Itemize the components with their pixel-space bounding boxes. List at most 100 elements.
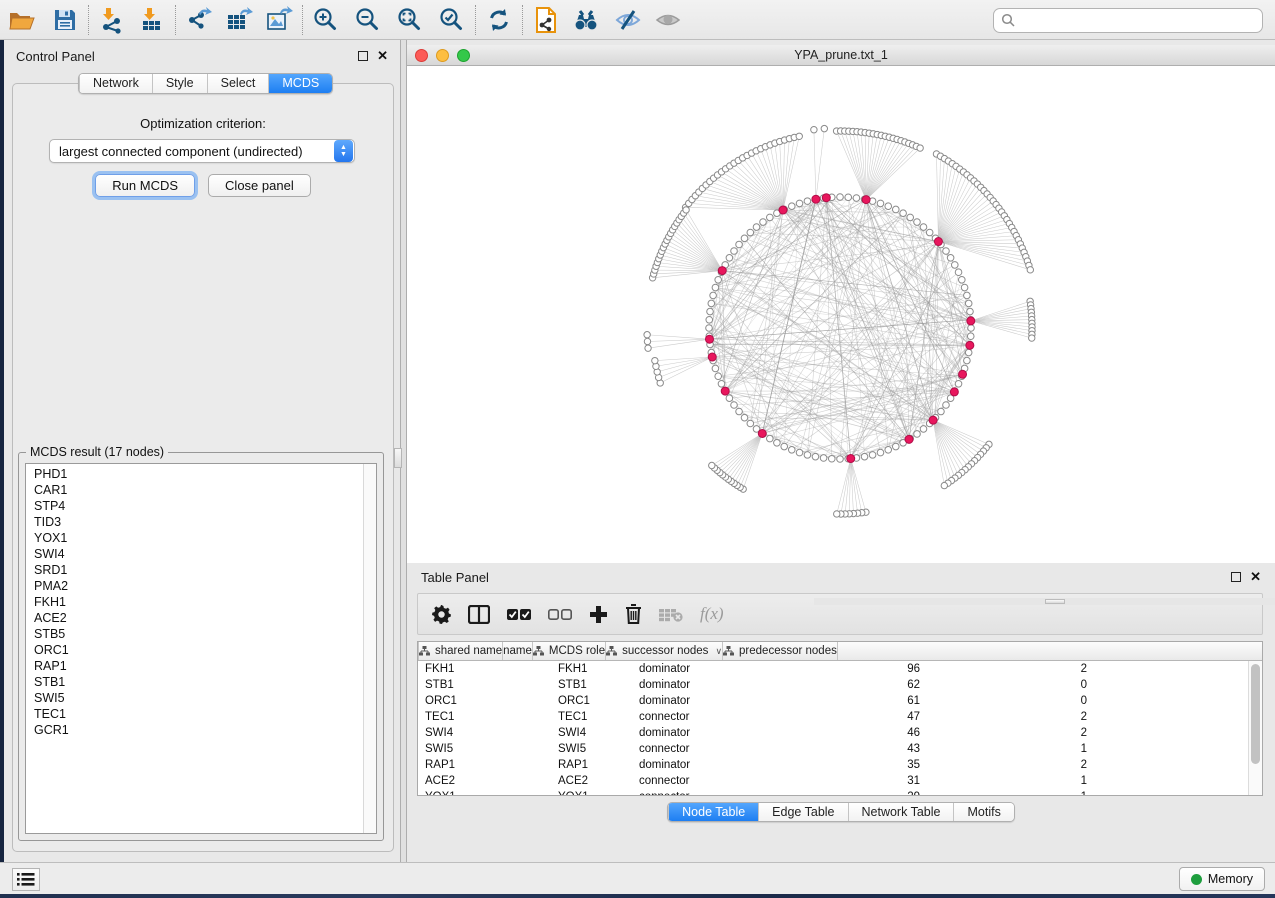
- table-row[interactable]: FKH1 FKH1 dominator 96 2: [418, 661, 1248, 677]
- memory-button[interactable]: Memory: [1179, 867, 1265, 891]
- splitter-handle[interactable]: [394, 448, 402, 468]
- refresh-layout-icon[interactable]: [482, 4, 516, 36]
- export-image-icon[interactable]: [262, 4, 296, 36]
- mcds-result-item[interactable]: FKH1: [26, 594, 363, 610]
- scrollbar-thumb[interactable]: [1251, 664, 1260, 764]
- mcds-result-item[interactable]: ORC1: [26, 642, 363, 658]
- mcds-result-group: MCDS result (17 nodes) PHD1CAR1STP4TID3Y…: [18, 452, 384, 841]
- result-list-scrollbar[interactable]: [363, 464, 376, 833]
- table-row[interactable]: RAP1 RAP1 dominator 35 2: [418, 757, 1248, 773]
- optimization-criterion-label: Optimization criterion:: [13, 116, 393, 131]
- table-column-header[interactable]: predecessor nodes ∨: [722, 642, 837, 660]
- add-column-icon[interactable]: [589, 605, 608, 624]
- control-panel: Control Panel ✕ NetworkStyleSelectMCDS O…: [4, 40, 400, 862]
- control-panel-tab[interactable]: Style: [152, 74, 207, 93]
- horizontal-splitter[interactable]: [814, 598, 1275, 605]
- control-panel-tab[interactable]: Network: [79, 74, 152, 93]
- table-panel-tab[interactable]: Node Table: [668, 803, 758, 821]
- search-input[interactable]: [1021, 14, 1255, 28]
- table-body: FKH1 FKH1 dominator 96 2 STB1 STB1 domin…: [418, 661, 1248, 795]
- table-scrollbar[interactable]: [1248, 661, 1262, 795]
- splitter-handle[interactable]: [1045, 599, 1065, 604]
- mcds-result-item[interactable]: STB1: [26, 674, 363, 690]
- mcds-result-item[interactable]: GCR1: [26, 722, 363, 738]
- close-panel-icon[interactable]: ✕: [377, 51, 388, 61]
- close-panel-button[interactable]: Close panel: [208, 174, 311, 197]
- memory-status-icon: [1191, 874, 1202, 885]
- table-column-header[interactable]: shared name ∨: [418, 642, 502, 660]
- table-panel-tab[interactable]: Network Table: [848, 803, 954, 821]
- workspace: YPA_prune.txt_1 Table Panel ✕: [407, 40, 1275, 862]
- hide-details-icon[interactable]: [611, 4, 645, 36]
- zoom-in-icon[interactable]: [309, 4, 343, 36]
- gear-icon[interactable]: [432, 605, 451, 624]
- zoom-selected-icon[interactable]: [435, 4, 469, 36]
- toolbar-separator: [522, 5, 523, 35]
- control-panel-tab[interactable]: MCDS: [268, 74, 332, 93]
- zoom-out-icon[interactable]: [351, 4, 385, 36]
- mcds-result-item[interactable]: SWI5: [26, 690, 363, 706]
- table-panel-title: Table Panel: [421, 570, 489, 585]
- network-window-titlebar[interactable]: YPA_prune.txt_1: [407, 45, 1275, 66]
- task-history-button[interactable]: [12, 868, 40, 891]
- float-panel-icon[interactable]: [358, 51, 368, 61]
- network-search-field[interactable]: [993, 8, 1263, 33]
- table-column-header[interactable]: MCDS role ∨: [532, 642, 605, 660]
- network-graph[interactable]: [407, 66, 1275, 563]
- table-header-row: shared name ∨ name ∨ MCDS role: [418, 642, 1262, 661]
- table-panel-tab[interactable]: Motifs: [953, 803, 1013, 821]
- table-row[interactable]: STB1 STB1 dominator 62 0: [418, 677, 1248, 693]
- zoom-fit-icon[interactable]: [393, 4, 427, 36]
- mcds-result-list[interactable]: PHD1CAR1STP4TID3YOX1SWI4SRD1PMA2FKH1ACE2…: [25, 463, 377, 834]
- run-mcds-button[interactable]: Run MCDS: [95, 174, 195, 197]
- control-panel-tab[interactable]: Select: [207, 74, 269, 93]
- table-column-header[interactable]: successor nodes ∨: [605, 642, 722, 660]
- table-column-header[interactable]: ∨: [837, 642, 838, 660]
- import-network-icon[interactable]: [95, 4, 129, 36]
- float-panel-icon[interactable]: [1231, 572, 1241, 582]
- control-panel-tabs: NetworkStyleSelectMCDS: [78, 73, 333, 94]
- delete-table-icon: [659, 607, 683, 622]
- select-all-icon[interactable]: [507, 608, 531, 621]
- mcds-result-item[interactable]: TEC1: [26, 706, 363, 722]
- mcds-result-item[interactable]: ACE2: [26, 610, 363, 626]
- close-panel-icon[interactable]: ✕: [1250, 572, 1261, 582]
- mcds-result-item[interactable]: CAR1: [26, 482, 363, 498]
- mcds-result-item[interactable]: SRD1: [26, 562, 363, 578]
- deselect-all-icon[interactable]: [548, 608, 572, 621]
- search-icon: [1001, 13, 1016, 28]
- sort-indicator-icon[interactable]: ∨: [715, 646, 722, 657]
- split-pane-icon[interactable]: [468, 605, 490, 624]
- table-panel-tab[interactable]: Edge Table: [758, 803, 847, 821]
- delete-icon[interactable]: [625, 604, 642, 624]
- mcds-result-item[interactable]: SWI4: [26, 546, 363, 562]
- table-row[interactable]: ORC1 ORC1 dominator 61 0: [418, 693, 1248, 709]
- mcds-result-item[interactable]: STB5: [26, 626, 363, 642]
- import-table-icon[interactable]: [135, 4, 169, 36]
- table-row[interactable]: ACE2 ACE2 connector 31 1: [418, 773, 1248, 789]
- table-row[interactable]: SWI5 SWI5 connector 43 1: [418, 741, 1248, 757]
- open-file-icon[interactable]: [6, 4, 40, 36]
- mcds-result-item[interactable]: RAP1: [26, 658, 363, 674]
- network-file-icon[interactable]: [529, 4, 563, 36]
- table-column-header[interactable]: name ∨: [502, 642, 532, 660]
- mcds-result-item[interactable]: TID3: [26, 514, 363, 530]
- export-network-icon[interactable]: [182, 4, 216, 36]
- show-details-icon[interactable]: [651, 4, 685, 36]
- mcds-result-item[interactable]: YOX1: [26, 530, 363, 546]
- optimization-criterion-select[interactable]: largest connected component (undirected)…: [49, 139, 355, 163]
- mcds-result-item[interactable]: STP4: [26, 498, 363, 514]
- table-row[interactable]: SWI4 SWI4 dominator 46 2: [418, 725, 1248, 741]
- save-session-icon[interactable]: [48, 4, 82, 36]
- network-canvas[interactable]: [407, 66, 1275, 563]
- search-network-icon[interactable]: [569, 4, 603, 36]
- vertical-splitter[interactable]: [400, 40, 407, 862]
- export-table-icon[interactable]: [222, 4, 256, 36]
- main-toolbar: [0, 0, 1275, 40]
- status-bar: Memory: [0, 862, 1275, 894]
- table-panel-tabs: Node TableEdge TableNetwork TableMotifs: [667, 802, 1015, 822]
- table-row[interactable]: TEC1 TEC1 connector 47 2: [418, 709, 1248, 725]
- table-row[interactable]: YOX1 YOX1 connector 29 1: [418, 789, 1248, 796]
- mcds-result-item[interactable]: PMA2: [26, 578, 363, 594]
- mcds-result-item[interactable]: PHD1: [26, 466, 363, 482]
